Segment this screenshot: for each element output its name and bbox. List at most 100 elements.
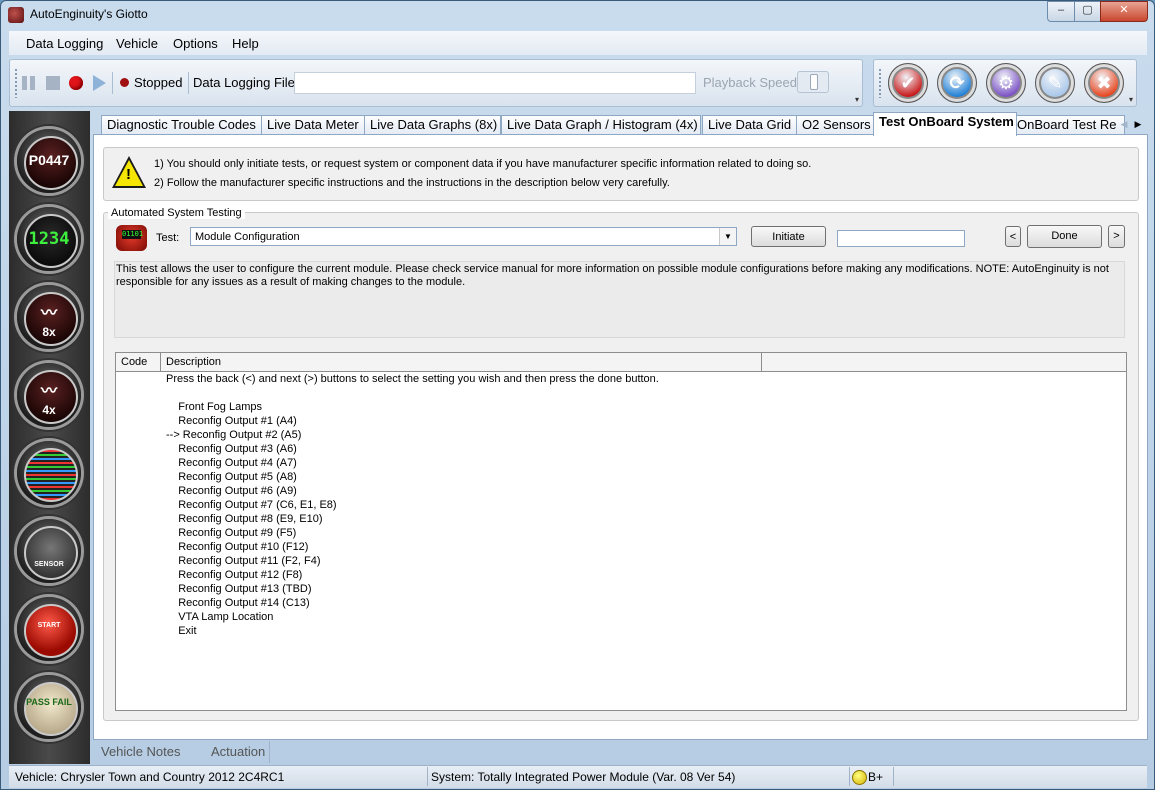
- window-title: AutoEnginuity's Giotto: [30, 7, 148, 21]
- meter-icon[interactable]: 1234: [17, 207, 81, 271]
- grid-row: Reconfig Output #8 (E9, E10): [166, 513, 323, 525]
- graph-8x-icon-text: 8x: [42, 325, 56, 339]
- app-logo-icon: [8, 7, 24, 23]
- column-extra[interactable]: [762, 353, 1126, 371]
- tab-strip: Diagnostic Trouble Codes Live Data Meter…: [91, 111, 1146, 136]
- grid-row: Reconfig Output #7 (C6, E1, E8): [166, 499, 337, 511]
- grid-row: Reconfig Output #10 (F12): [166, 541, 309, 553]
- toolbar-overflow-icon[interactable]: ▾: [853, 95, 861, 105]
- grid-row: Exit: [166, 625, 197, 637]
- done-button[interactable]: Done: [1027, 225, 1102, 248]
- data-logging-file-field[interactable]: [294, 72, 696, 94]
- minimize-button[interactable]: ‒: [1047, 1, 1075, 22]
- tab-live-data-graphs-8x[interactable]: Live Data Graphs (8x): [364, 115, 501, 135]
- grid-row: Front Fog Lamps: [166, 401, 262, 413]
- toolbar-separator: [188, 72, 189, 94]
- grid-row: Reconfig Output #5 (A8): [166, 471, 297, 483]
- grid-row: Reconfig Output #14 (C13): [166, 597, 310, 609]
- test-onboard-panel: ! 1) You should only initiate tests, or …: [93, 134, 1148, 740]
- start-button-icon-text: START: [37, 622, 61, 629]
- grid-row: Reconfig Output #12 (F8): [166, 569, 303, 581]
- next-button[interactable]: >: [1108, 225, 1125, 248]
- tab-live-data-grid[interactable]: Live Data Grid: [702, 115, 797, 135]
- initiate-button[interactable]: Initiate: [751, 226, 826, 247]
- pass-fail-icon[interactable]: PASS FAIL: [17, 675, 81, 739]
- maximize-button[interactable]: ▢: [1074, 1, 1101, 22]
- toolbar-grip[interactable]: [14, 68, 18, 98]
- grid-row-selected: --> Reconfig Output #2 (A5): [166, 429, 302, 441]
- test-select-value: Module Configuration: [195, 231, 300, 243]
- slider-thumb[interactable]: [810, 74, 818, 90]
- column-code[interactable]: Code: [116, 353, 161, 371]
- play-button[interactable]: [93, 75, 106, 91]
- column-description[interactable]: Description: [161, 353, 762, 371]
- sidebar: P0447 1234 〰 8x 〰 4x SENSOR START PASS F…: [9, 111, 90, 764]
- no-connect-icon[interactable]: ✖: [1084, 63, 1124, 103]
- menu-bar: Data Logging Vehicle Options Help: [9, 31, 1147, 55]
- playback-speed-slider[interactable]: [797, 71, 829, 93]
- test-select[interactable]: Module Configuration ▼: [190, 227, 737, 246]
- test-label: Test:: [156, 232, 180, 244]
- tab-scroll-right-icon[interactable]: ▶: [1131, 115, 1145, 133]
- tab-live-data-graph-histogram-4x[interactable]: Live Data Graph / Histogram (4x): [501, 115, 701, 135]
- graph-8x-icon[interactable]: 〰 8x: [17, 285, 81, 349]
- tab-live-data-meter[interactable]: Live Data Meter: [261, 115, 367, 135]
- graph-4x-icon[interactable]: 〰 4x: [17, 363, 81, 427]
- grid-row: Reconfig Output #9 (F5): [166, 527, 297, 539]
- test-result-field[interactable]: [837, 230, 965, 247]
- refresh-icon[interactable]: ⟳: [937, 63, 977, 103]
- app-window: AutoEnginuity's Giotto ‒ ▢ ✕ Data Loggin…: [0, 0, 1155, 790]
- results-grid[interactable]: Code Description Press the back (<) and …: [115, 352, 1127, 711]
- grid-row: Reconfig Output #1 (A4): [166, 415, 297, 427]
- toolbar-grip[interactable]: [878, 68, 882, 98]
- meter-icon-text: 1234: [28, 229, 70, 249]
- data-grid-icon[interactable]: [17, 441, 81, 505]
- test-chip-icon: 01101: [116, 225, 147, 251]
- automated-testing-title: Automated System Testing: [108, 207, 245, 219]
- grid-row: Press the back (<) and next (>) buttons …: [166, 373, 659, 385]
- chevron-down-icon[interactable]: ▼: [719, 228, 736, 245]
- menu-help[interactable]: Help: [232, 36, 259, 51]
- clipboard-check-icon[interactable]: ✔: [888, 63, 928, 103]
- o2-sensor-icon-text: SENSOR: [34, 561, 64, 568]
- start-button-icon[interactable]: START: [17, 597, 81, 661]
- tab-test-onboard-system[interactable]: Test OnBoard System: [873, 112, 1017, 136]
- pass-fail-icon-text: PASS FAIL: [26, 697, 72, 707]
- record-button[interactable]: [69, 76, 83, 90]
- wrench-icon[interactable]: ✎: [1035, 63, 1075, 103]
- graph-4x-icon-text: 4x: [42, 403, 56, 417]
- menu-options[interactable]: Options: [173, 36, 218, 51]
- action-toolbar: ✔ ⟳ ⚙ ✎ ✖ ▾: [873, 59, 1137, 107]
- data-logging-file-label: Data Logging File: [193, 75, 295, 90]
- status-extra: [893, 767, 1147, 786]
- logging-status: Stopped: [134, 75, 183, 90]
- status-vehicle: Vehicle: Chrysler Town and Country 2012 …: [15, 770, 285, 784]
- grid-row: Reconfig Output #6 (A9): [166, 485, 297, 497]
- close-button[interactable]: ✕: [1100, 1, 1148, 22]
- dtc-icon-text: P0447: [28, 152, 70, 168]
- tab-diagnostic-trouble-codes[interactable]: Diagnostic Trouble Codes: [101, 115, 266, 135]
- status-battery: B+: [849, 767, 893, 786]
- prev-button[interactable]: <: [1005, 226, 1021, 247]
- tab-o2-sensors[interactable]: O2 Sensors: [796, 115, 874, 135]
- toolbar-separator: [112, 72, 113, 94]
- stop-button[interactable]: [46, 76, 60, 90]
- engine-rpm-icon[interactable]: ⚙: [986, 63, 1026, 103]
- tab-scroll-left-icon[interactable]: ◀: [1117, 115, 1131, 133]
- menu-data-logging[interactable]: Data Logging: [26, 36, 103, 51]
- tab-vehicle-notes[interactable]: Vehicle Notes: [101, 744, 181, 759]
- tab-onboard-test-results[interactable]: OnBoard Test Re: [1011, 115, 1125, 135]
- menu-vehicle[interactable]: Vehicle: [116, 36, 158, 51]
- tab-actuation[interactable]: Actuation: [211, 744, 265, 759]
- pause-button[interactable]: [22, 76, 36, 90]
- grid-row: Reconfig Output #13 (TBD): [166, 583, 312, 595]
- toolbar-overflow-icon[interactable]: ▾: [1127, 95, 1135, 105]
- bottom-tab-divider: [269, 741, 270, 763]
- dtc-icon[interactable]: P0447: [17, 129, 81, 193]
- battery-label: B+: [868, 770, 884, 784]
- test-description: This test allows the user to configure t…: [114, 261, 1125, 338]
- grid-row: Reconfig Output #3 (A6): [166, 443, 297, 455]
- warning-box: ! 1) You should only initiate tests, or …: [103, 147, 1139, 201]
- o2-sensor-icon[interactable]: SENSOR: [17, 519, 81, 583]
- status-system: System: Totally Integrated Power Module …: [427, 767, 851, 786]
